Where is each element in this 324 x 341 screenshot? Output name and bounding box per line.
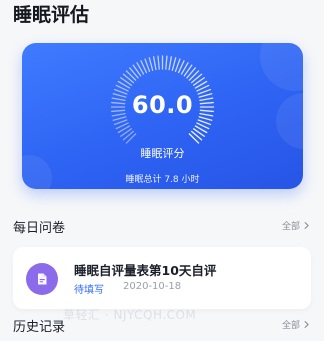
- gauge-tick: [168, 56, 173, 71]
- gauge-tick: [113, 119, 128, 126]
- gauge-tick: [171, 57, 177, 71]
- sleep-score-value: 60.0: [131, 91, 194, 119]
- gauge-tick: [188, 133, 200, 144]
- gauge-tick: [157, 55, 160, 70]
- watermark-text: 草轻汇 · NJYCQH.COM: [63, 308, 197, 322]
- gauge-tick: [152, 56, 157, 71]
- view-all-history-link[interactable]: 全部: [282, 318, 311, 331]
- gauge-tick: [197, 119, 212, 126]
- view-all-questionnaire-link[interactable]: 全部: [282, 219, 311, 232]
- sleep-score-label: 睡眠评分: [140, 147, 185, 160]
- gauge-tick: [148, 57, 154, 71]
- page-title: 睡眠评估: [13, 4, 90, 26]
- sleep-assessment-page: 睡眠评估 60.0 睡眠评分 睡眠总计 7.8 小时 每日问卷 全部 睡眠自评量…: [0, 0, 324, 341]
- gauge-tick: [174, 58, 181, 72]
- questionnaire-item[interactable]: 睡眠自评量表第10天自评 待填写 2020-10-18: [13, 247, 311, 309]
- questionnaire-status: 待填写: [74, 285, 104, 296]
- document-icon: [26, 263, 58, 295]
- gauge-tick: [165, 55, 168, 70]
- section-title: 历史记录: [13, 320, 66, 335]
- questionnaire-section-header: 每日问卷 全部: [13, 217, 311, 237]
- view-all-label: 全部: [281, 321, 300, 331]
- gauge-tick: [188, 70, 200, 81]
- section-title: 每日问卷: [13, 221, 66, 236]
- questionnaire-date: 2020-10-18: [123, 281, 182, 292]
- gauge-tick: [125, 133, 137, 144]
- chevron-right-icon: [304, 222, 309, 229]
- gauge-tick: [125, 70, 137, 81]
- sleep-total-text: 睡眠总计 7.8 小时: [125, 175, 200, 185]
- view-all-label: 全部: [281, 222, 300, 232]
- gauge-tick: [144, 58, 151, 72]
- chevron-right-icon: [304, 321, 309, 328]
- sleep-score-card[interactable]: 60.0 睡眠评分 睡眠总计 7.8 小时: [22, 43, 303, 189]
- questionnaire-title: 睡眠自评量表第10天自评: [74, 263, 217, 278]
